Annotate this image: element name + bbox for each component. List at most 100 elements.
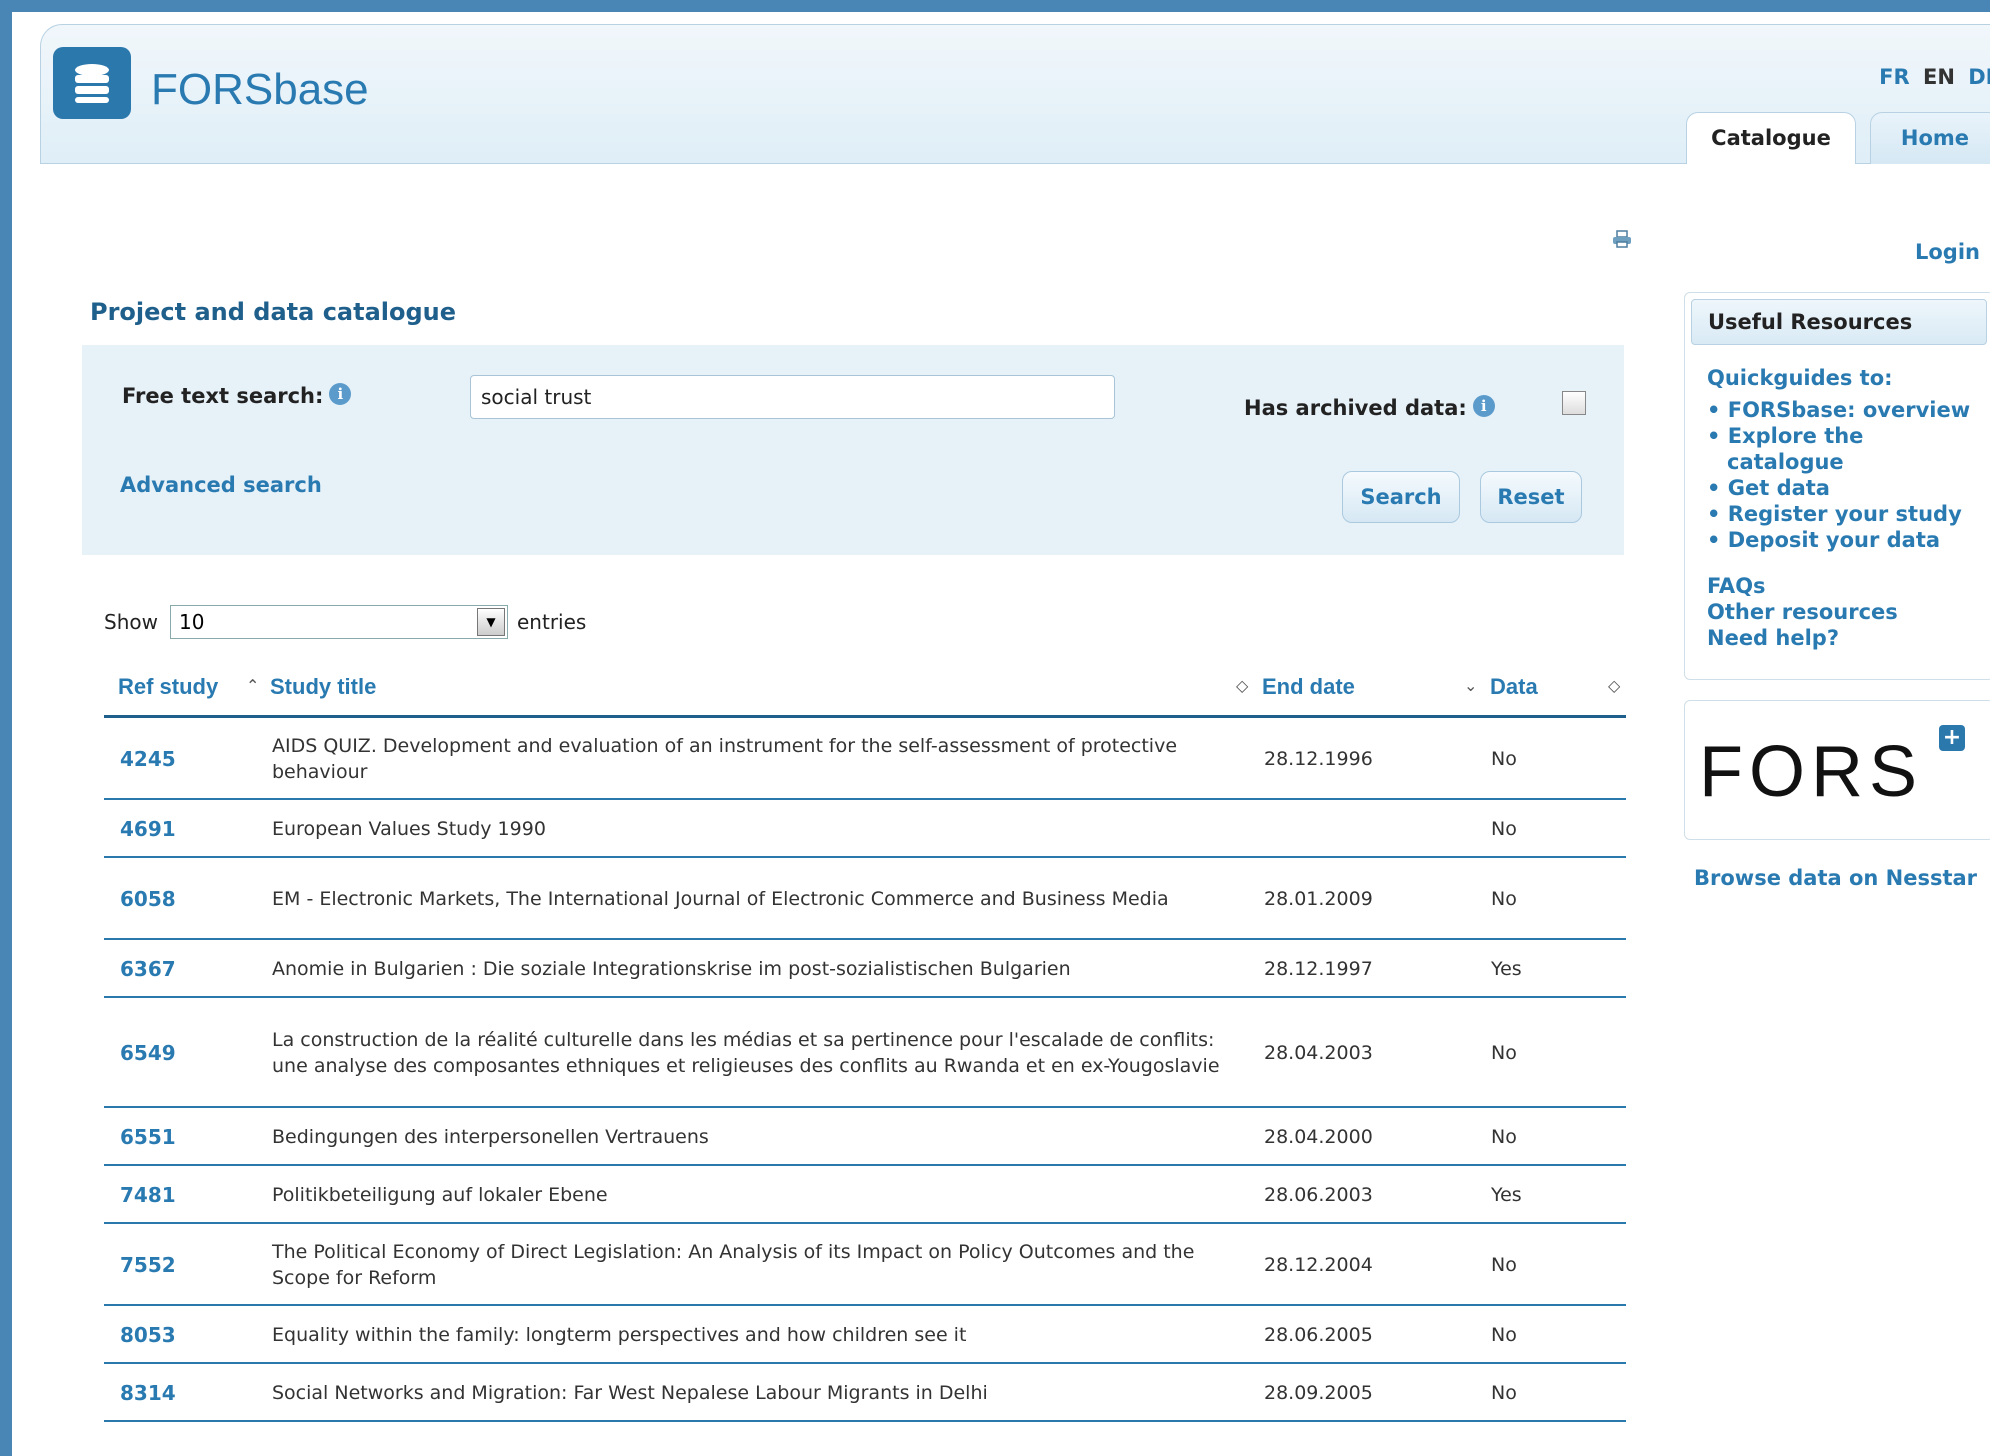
faqs-link[interactable]: FAQs: [1707, 573, 1766, 599]
header-end-date[interactable]: End date: [1262, 674, 1355, 700]
brand-name[interactable]: FORSbase: [151, 65, 369, 115]
has-data: No: [1491, 1126, 1517, 1148]
need-help-link[interactable]: Need help?: [1707, 625, 1839, 651]
search-button[interactable]: Search: [1342, 471, 1460, 523]
nesstar-link[interactable]: Browse data on Nesstar: [1694, 866, 1977, 890]
has-data: No: [1491, 1254, 1517, 1276]
search-input[interactable]: [470, 375, 1115, 419]
useful-resources-panel: Useful Resources Quickguides to: • FORSb…: [1684, 292, 1990, 680]
table-row[interactable]: 8053 Equality within the family: longterm…: [104, 1306, 1626, 1364]
info-icon[interactable]: i: [1472, 395, 1495, 417]
end-date: 28.06.2003: [1264, 1184, 1373, 1206]
study-title: Equality within the family: longterm per…: [272, 1324, 967, 1346]
table-row[interactable]: 6058 EM - Electronic Markets, The Interna…: [104, 858, 1626, 940]
ref-study-link[interactable]: 6058: [120, 886, 176, 912]
study-title: Social Networks and Migration: Far West …: [272, 1382, 988, 1404]
study-title: La construction de la réalité culturelle…: [272, 1029, 1220, 1077]
lang-en: EN: [1922, 65, 1955, 89]
ref-study-link[interactable]: 8053: [120, 1322, 176, 1348]
sort-desc-icon[interactable]: ⌄: [1464, 676, 1477, 695]
ref-study-link[interactable]: 8314: [120, 1380, 176, 1406]
archived-label-text: Has archived data:: [1244, 396, 1467, 420]
table-row[interactable]: 6551 Bedingungen des interpersonellen Ver…: [104, 1108, 1626, 1166]
info-icon[interactable]: i: [329, 383, 352, 405]
has-data: Yes: [1491, 958, 1522, 980]
page-frame: FORSbase FR EN DE Catalogue Home Login P…: [12, 12, 1990, 1456]
show-label: Show: [104, 610, 158, 634]
table-row[interactable]: 4691 European Values Study 1990 No: [104, 800, 1626, 858]
table-row[interactable]: 6549 La construction de la réalité cultur…: [104, 998, 1626, 1108]
has-data: No: [1491, 1042, 1517, 1064]
study-title: The Political Economy of Direct Legislat…: [272, 1241, 1195, 1289]
ref-study-link[interactable]: 4691: [120, 816, 176, 842]
has-data: No: [1491, 1382, 1517, 1404]
header-data[interactable]: Data: [1490, 674, 1538, 700]
end-date: 28.12.1996: [1264, 748, 1373, 770]
has-data: Yes: [1491, 1184, 1522, 1206]
advanced-search-link[interactable]: Advanced search: [120, 473, 322, 497]
ref-study-link[interactable]: 6551: [120, 1124, 176, 1150]
database-icon[interactable]: [53, 47, 131, 119]
chevron-down-icon[interactable]: ▼: [477, 608, 505, 636]
end-date: 28.01.2009: [1264, 888, 1373, 910]
ref-study-link[interactable]: 4245: [120, 746, 176, 772]
sort-asc-icon[interactable]: ⌃: [246, 676, 259, 695]
table-body: 4245 AIDS QUIZ. Development and evaluatio…: [104, 718, 1626, 1422]
ref-study-link[interactable]: 7481: [120, 1182, 176, 1208]
plus-icon: +: [1939, 725, 1965, 751]
has-data: No: [1491, 748, 1517, 770]
quickguides-heading[interactable]: Quickguides to:: [1707, 365, 1893, 391]
free-text-label-text: Free text search:: [122, 384, 324, 408]
table-row[interactable]: 7552 The Political Economy of Direct Legi…: [104, 1224, 1626, 1306]
fors-logo: FORS: [1699, 732, 1924, 812]
lang-fr[interactable]: FR: [1879, 65, 1910, 89]
free-text-label: Free text search: i: [122, 383, 352, 408]
table-row[interactable]: 8314 Social Networks and Migration: Far W…: [104, 1364, 1626, 1422]
sort-both-icon[interactable]: ◇: [1236, 676, 1248, 695]
end-date: 28.04.2000: [1264, 1126, 1373, 1148]
guide-forsbase-overview[interactable]: • FORSbase: overview: [1707, 397, 1970, 423]
study-title: Bedingungen des interpersonellen Vertrau…: [272, 1126, 709, 1148]
search-form: Free text search:i Has archived data:i A…: [82, 345, 1624, 555]
guide-get-data[interactable]: • Get data: [1707, 475, 1830, 501]
ref-study-link[interactable]: 6549: [120, 1040, 176, 1066]
archived-label: Has archived data: i: [1244, 395, 1495, 420]
tab-home[interactable]: Home: [1870, 112, 1990, 164]
header-ref-study[interactable]: Ref study: [118, 674, 218, 700]
table-row[interactable]: 7481 Politikbeteiligung auf lokaler Ebene…: [104, 1166, 1626, 1224]
has-data: No: [1491, 818, 1517, 840]
study-title: AIDS QUIZ. Development and evaluation of…: [272, 735, 1178, 783]
end-date: 28.09.2005: [1264, 1382, 1373, 1404]
reset-button[interactable]: Reset: [1480, 471, 1582, 523]
login-link[interactable]: Login: [1915, 240, 1980, 264]
entries-select-value: 10: [179, 610, 205, 634]
fors-logo-box[interactable]: FORS +: [1684, 700, 1990, 840]
catalogue-panel: Project and data catalogue Free text sea…: [64, 280, 1656, 1456]
end-date: 28.06.2005: [1264, 1324, 1373, 1346]
entries-select[interactable]: 10 ▼: [170, 605, 508, 639]
guide-explore-catalogue-cont[interactable]: catalogue: [1727, 449, 1844, 475]
tab-catalogue[interactable]: Catalogue: [1686, 112, 1856, 164]
other-resources-link[interactable]: Other resources: [1707, 599, 1898, 625]
results-table: Ref study ⌃ Study title ◇ End date ⌄ Dat…: [104, 660, 1626, 1422]
lang-de[interactable]: DE: [1968, 65, 1990, 89]
sort-both-icon[interactable]: ◇: [1608, 676, 1620, 695]
ref-study-link[interactable]: 6367: [120, 956, 176, 982]
table-row[interactable]: 4245 AIDS QUIZ. Development and evaluatio…: [104, 718, 1626, 800]
print-icon[interactable]: [1612, 230, 1632, 248]
language-switcher: FR EN DE: [1873, 65, 1990, 89]
page-title: Project and data catalogue: [90, 298, 457, 326]
end-date: 28.04.2003: [1264, 1042, 1373, 1064]
table-header: Ref study ⌃ Study title ◇ End date ⌄ Dat…: [104, 660, 1626, 718]
table-row[interactable]: 6367 Anomie in Bulgarien : Die soziale In…: [104, 940, 1626, 998]
useful-resources-title: Useful Resources: [1691, 299, 1987, 345]
header-study-title[interactable]: Study title: [270, 674, 376, 700]
archived-checkbox[interactable]: [1562, 391, 1586, 415]
ref-study-link[interactable]: 7552: [120, 1252, 176, 1278]
end-date: 28.12.1997: [1264, 958, 1373, 980]
guide-explore-catalogue[interactable]: • Explore the: [1707, 423, 1863, 449]
study-title: Politikbeteiligung auf lokaler Ebene: [272, 1184, 608, 1206]
guide-deposit-data[interactable]: • Deposit your data: [1707, 527, 1940, 553]
guide-register-study[interactable]: • Register your study: [1707, 501, 1962, 527]
study-title: Anomie in Bulgarien : Die soziale Integr…: [272, 958, 1071, 980]
